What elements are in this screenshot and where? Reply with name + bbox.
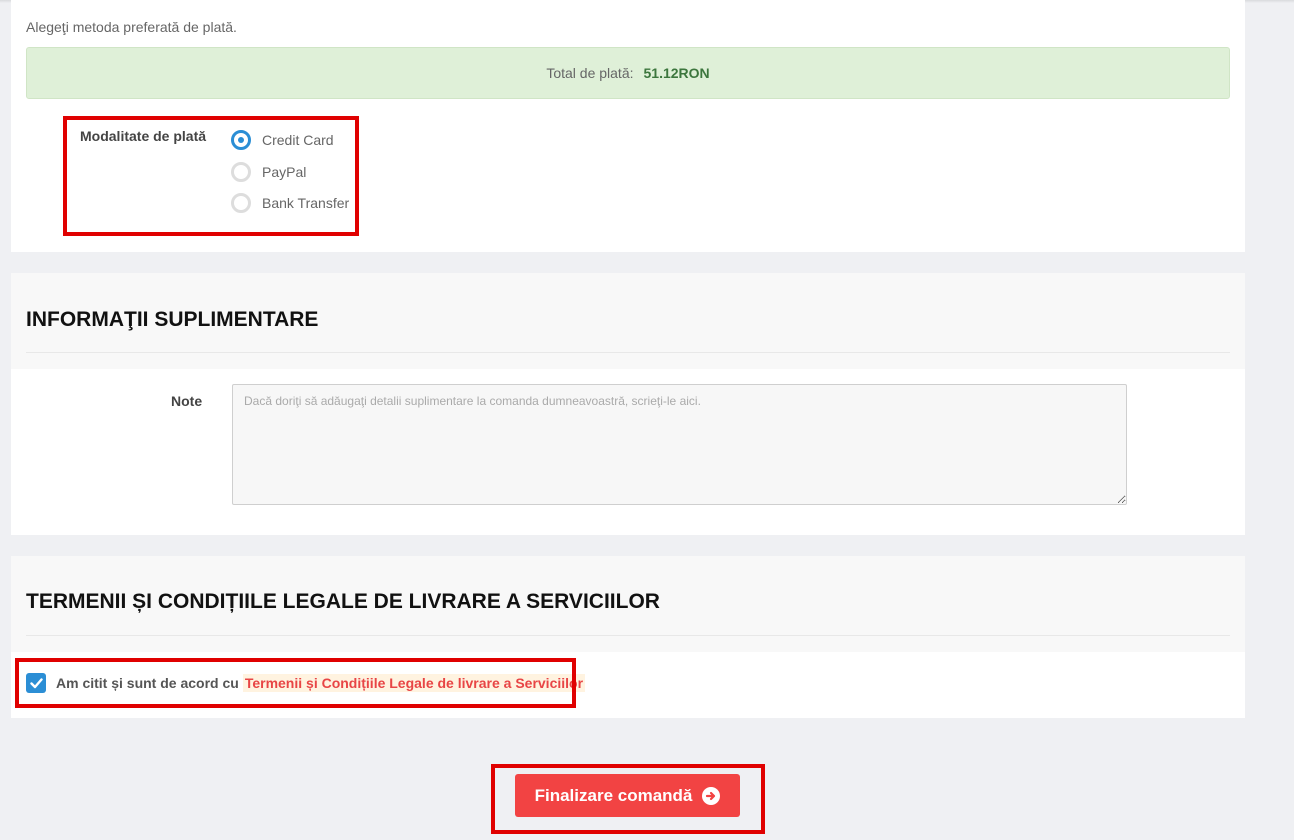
header-divider	[26, 352, 1230, 353]
checkbox-checked-icon[interactable]	[26, 673, 46, 693]
header-divider	[26, 635, 1230, 636]
additional-info-title: INFORMAŢII SUPLIMENTARE	[26, 308, 319, 331]
arrow-circle-right-icon	[702, 786, 721, 805]
terms-link[interactable]: Termenii și Condițiile Legale de livrare…	[242, 674, 586, 692]
total-label: Total de plată:	[546, 65, 634, 81]
radio-unchecked-icon[interactable]	[231, 162, 251, 182]
radio-checked-icon[interactable]	[231, 130, 251, 150]
additional-info-header: INFORMAŢII SUPLIMENTARE	[11, 273, 1245, 369]
payment-option-credit-card[interactable]: Credit Card	[231, 130, 334, 150]
finalize-order-label: Finalizare comandă	[534, 785, 693, 805]
payment-method-label: Modalitate de plată	[80, 128, 207, 144]
terms-agree-row[interactable]: Am citit și sunt de acord cu Termenii și…	[26, 673, 586, 693]
radio-unchecked-icon[interactable]	[231, 193, 251, 213]
total-amount: 51.12RON	[643, 65, 710, 81]
payment-intro-text: Alegeţi metoda preferată de plată.	[26, 19, 237, 35]
payment-option-paypal[interactable]: PayPal	[231, 162, 306, 182]
payment-option-label: PayPal	[262, 164, 307, 180]
checkmark-icon	[29, 677, 43, 688]
payment-option-label: Credit Card	[262, 132, 334, 148]
note-textarea[interactable]	[232, 384, 1127, 505]
payment-panel: Alegeţi metoda preferată de plată. Total…	[11, 0, 1245, 252]
terms-agree-text: Am citit și sunt de acord cu	[56, 675, 239, 691]
finalize-order-button[interactable]: Finalizare comandă	[515, 774, 740, 817]
note-label: Note	[171, 393, 203, 409]
terms-header: TERMENII ȘI CONDIȚIILE LEGALE DE LIVRARE…	[11, 556, 1245, 652]
additional-info-panel: INFORMAŢII SUPLIMENTARE Note	[11, 273, 1245, 535]
payment-option-bank-transfer[interactable]: Bank Transfer	[231, 193, 349, 213]
terms-panel: TERMENII ȘI CONDIȚIILE LEGALE DE LIVRARE…	[11, 556, 1245, 718]
terms-title: TERMENII ȘI CONDIȚIILE LEGALE DE LIVRARE…	[26, 590, 660, 613]
total-box: Total de plată: 51.12RON	[26, 47, 1230, 99]
payment-option-label: Bank Transfer	[262, 195, 350, 211]
